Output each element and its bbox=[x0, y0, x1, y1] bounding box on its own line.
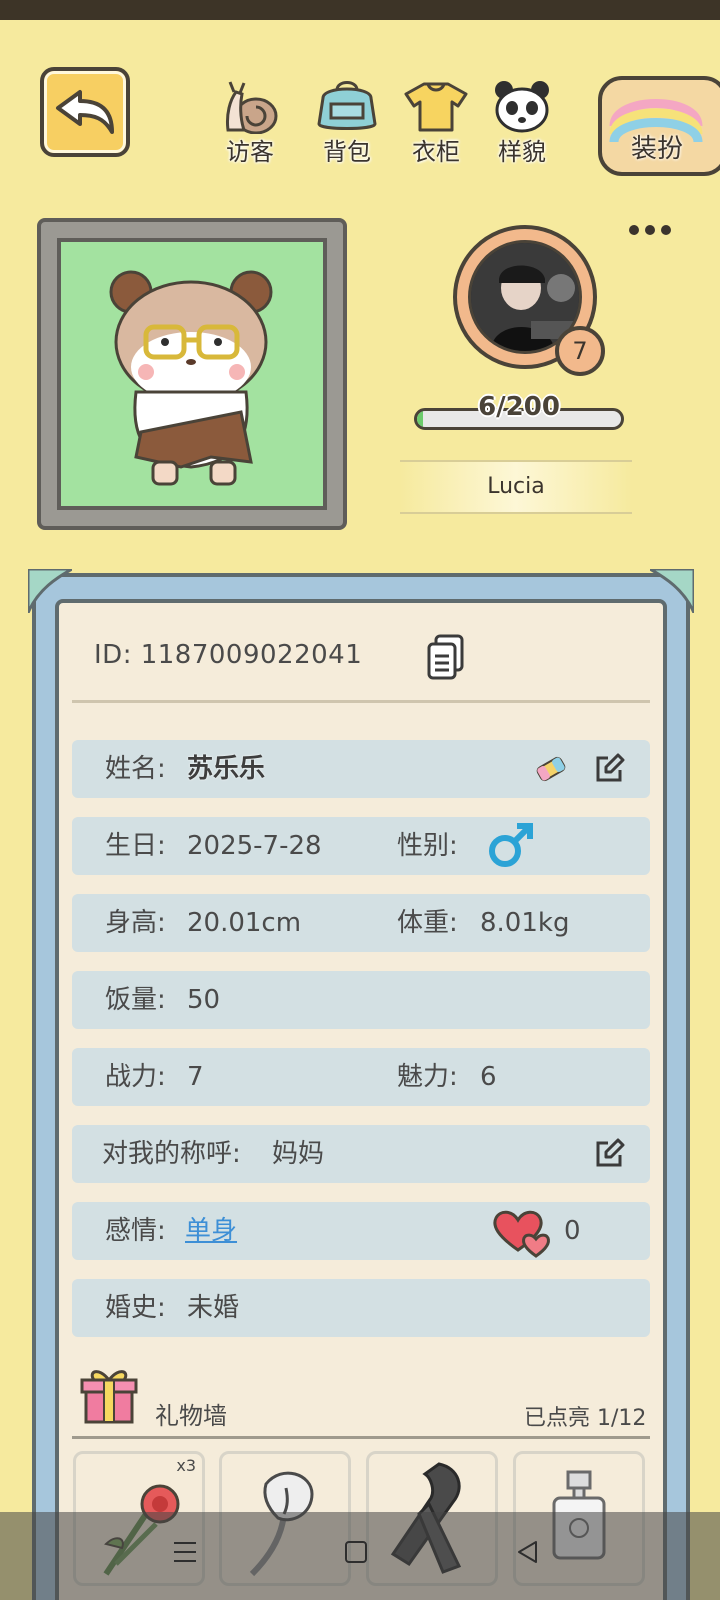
row-height-weight: 身高: 20.01cm 体重: 8.01kg bbox=[72, 894, 650, 952]
more-options-icon[interactable] bbox=[628, 222, 672, 238]
row-marriage: 婚史: 未婚 bbox=[72, 1279, 650, 1337]
appetite-label: 饭量: bbox=[105, 985, 166, 1015]
edit-icon[interactable] bbox=[592, 1137, 626, 1171]
power-value: 7 bbox=[187, 1062, 204, 1092]
birthday-label: 生日: bbox=[105, 831, 166, 861]
row-name: 姓名: 苏乐乐 bbox=[72, 740, 650, 798]
name-label: 姓名: bbox=[105, 754, 166, 784]
corner-ornament bbox=[28, 569, 72, 613]
weight-label: 体重: bbox=[397, 908, 458, 938]
back-triangle-icon[interactable] bbox=[516, 1540, 540, 1564]
gift-lit-count: 1/12 bbox=[597, 1406, 647, 1431]
row-birthday-gender: 生日: 2025-7-28 性别: bbox=[72, 817, 650, 875]
marriage-value: 未婚 bbox=[187, 1293, 240, 1323]
relationship-label: 感情: bbox=[105, 1216, 166, 1246]
edit-icon[interactable] bbox=[592, 752, 626, 786]
pet-portrait[interactable] bbox=[57, 238, 327, 510]
divider bbox=[72, 1436, 650, 1439]
pet-portrait-frame bbox=[37, 218, 347, 530]
menu-icon[interactable] bbox=[172, 1540, 198, 1564]
height-value: 20.01cm bbox=[187, 908, 302, 938]
gift-lit-label: 已点亮 bbox=[524, 1406, 591, 1431]
row-power-charm: 战力: 7 魅力: 6 bbox=[72, 1048, 650, 1106]
nav-wardrobe-label: 衣柜 bbox=[412, 138, 460, 166]
status-bar bbox=[0, 0, 720, 20]
power-label: 战力: bbox=[105, 1062, 166, 1092]
copy-icon[interactable] bbox=[426, 634, 466, 682]
gift-icon bbox=[80, 1370, 138, 1424]
name-value: 苏乐乐 bbox=[187, 754, 266, 784]
row-title: 对我的称呼: 妈妈 bbox=[72, 1125, 650, 1183]
nav-backpack[interactable]: 背包 bbox=[307, 78, 387, 168]
back-button[interactable] bbox=[40, 67, 130, 157]
nav-wardrobe[interactable]: 衣柜 bbox=[396, 78, 476, 168]
nav-visitors-label: 访客 bbox=[226, 138, 274, 166]
gift-wall-title: 礼物墙 bbox=[155, 1402, 227, 1430]
gift-wall-progress: 已点亮 1/12 bbox=[524, 1400, 646, 1432]
dress-up-label: 装扮 bbox=[630, 134, 683, 164]
level-badge: 7 bbox=[555, 326, 605, 376]
gender-label: 性别: bbox=[397, 831, 458, 861]
appetite-value: 50 bbox=[187, 985, 221, 1015]
dress-up-button[interactable]: 装扮 bbox=[598, 76, 720, 176]
system-nav-bar bbox=[0, 1512, 720, 1600]
corner-ornament bbox=[650, 569, 694, 613]
backpack-icon bbox=[317, 81, 377, 130]
hamster-pet-image bbox=[109, 270, 273, 486]
nav-appearance[interactable]: 样貌 bbox=[482, 78, 562, 168]
shirt-icon bbox=[404, 82, 468, 132]
row-relationship: 感情: 单身 0 bbox=[72, 1202, 650, 1260]
nav-visitors[interactable]: 访客 bbox=[210, 78, 290, 168]
marriage-label: 婚史: bbox=[105, 1293, 166, 1323]
weight-value: 8.01kg bbox=[480, 908, 570, 938]
male-icon bbox=[489, 823, 533, 867]
pet-id-label: ID: bbox=[94, 640, 132, 670]
gift-qty: x3 bbox=[176, 1456, 196, 1475]
eraser-icon[interactable] bbox=[534, 752, 568, 786]
hearts-count: 0 bbox=[564, 1216, 581, 1246]
title-value: 妈妈 bbox=[272, 1139, 325, 1169]
hearts-icon bbox=[493, 1210, 550, 1258]
relationship-link[interactable]: 单身 bbox=[185, 1202, 237, 1260]
nav-backpack-label: 背包 bbox=[323, 138, 371, 166]
nav-appearance-label: 样貌 bbox=[498, 138, 546, 166]
exp-text: 6/200 bbox=[478, 392, 560, 422]
birthday-value: 2025-7-28 bbox=[187, 831, 322, 861]
charm-value: 6 bbox=[480, 1062, 497, 1092]
snail-icon bbox=[226, 81, 278, 134]
charm-label: 魅力: bbox=[397, 1062, 458, 1092]
owner-nickname: Lucia bbox=[400, 460, 632, 514]
back-arrow-icon bbox=[56, 90, 114, 134]
divider bbox=[72, 700, 650, 703]
home-icon[interactable] bbox=[344, 1540, 368, 1564]
pet-id-value: 1187009022041 bbox=[140, 640, 363, 670]
height-label: 身高: bbox=[105, 908, 166, 938]
panda-face-icon bbox=[495, 81, 549, 133]
row-appetite: 饭量: 50 bbox=[72, 971, 650, 1029]
title-label: 对我的称呼: bbox=[102, 1139, 241, 1169]
pet-id: ID: 1187009022041 bbox=[94, 640, 362, 670]
